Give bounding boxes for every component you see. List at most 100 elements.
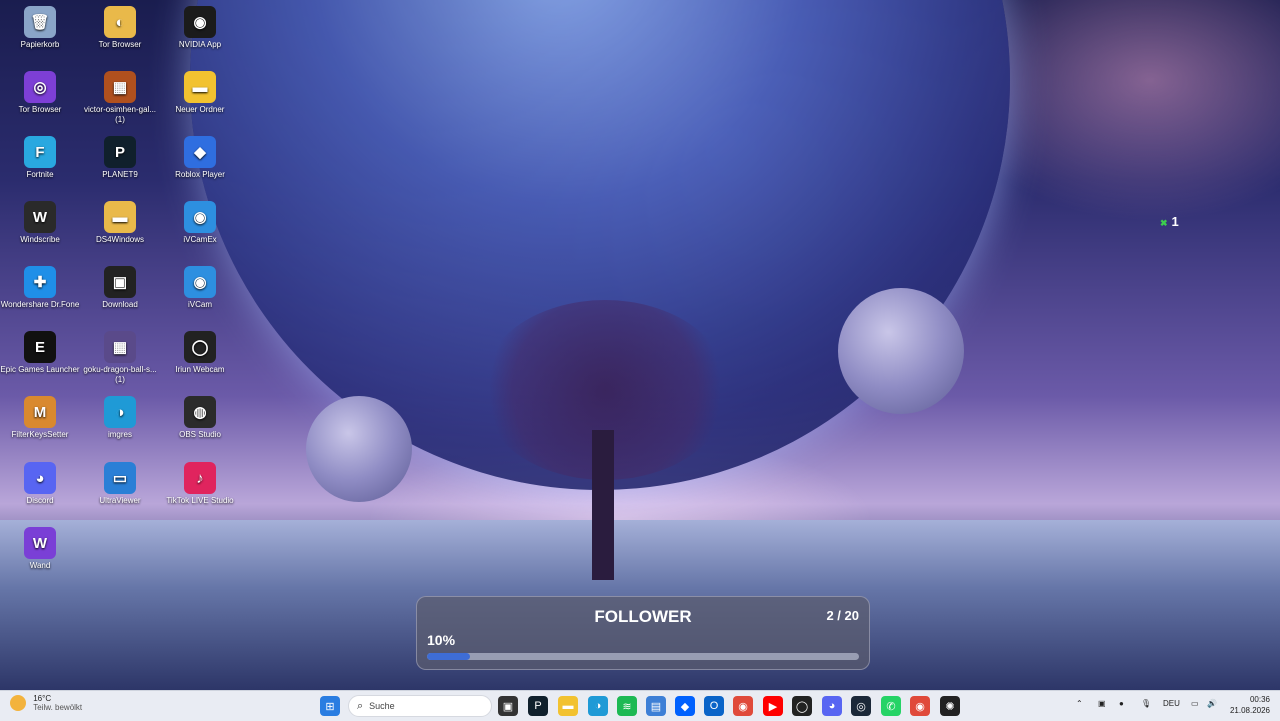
iriun-icon: ◯ — [184, 331, 216, 363]
desktop-icon-folder[interactable]: ▬ Neuer Ordner — [160, 67, 240, 115]
desktop-icon-tor-browser[interactable]: ◎ Tor Browser — [0, 67, 80, 115]
tray-circle-icon[interactable]: ● — [1119, 699, 1124, 708]
recycle-bin-icon: 🗑 — [24, 6, 56, 38]
desktop-icon-label: Tor Browser — [98, 40, 142, 49]
desktop-icon-epic-games[interactable]: E Epic Games Launcher — [0, 327, 80, 375]
edge-icon[interactable]: ◑ — [588, 696, 608, 716]
dropbox-icon[interactable]: ◆ — [675, 696, 695, 716]
desktop-icon-label: Neuer Ordner — [175, 105, 225, 114]
clock-date: 21.08.2026 — [1229, 706, 1270, 715]
desktop-icon-ivcam[interactable]: ◉ iVCam — [160, 262, 240, 310]
desktop-icon-label: Download — [102, 300, 138, 309]
epic-games-icon: E — [24, 331, 56, 363]
fortnite-icon: F — [24, 136, 56, 168]
desktop-icon-drfone[interactable]: ✚ Wondershare Dr.Fone — [0, 262, 80, 310]
clock-time: 00:36 — [1249, 695, 1270, 704]
desktop-icon-tiktok-live[interactable]: ♪ TikTok LIVE Studio — [160, 458, 240, 506]
desktop-icon-label: Epic Games Launcher — [0, 365, 80, 374]
discord-taskbar-icon[interactable]: ◕ — [822, 696, 842, 716]
desktop-icon-label: OBS Studio — [179, 430, 221, 439]
desktop-icon-image-file[interactable]: ▦ victor-osimhen-gal... (1) — [80, 67, 160, 125]
folder-icon: ▬ — [184, 71, 216, 103]
desktop-icon-label: TikTok LIVE Studio — [166, 496, 234, 505]
outlook-icon[interactable]: O — [704, 696, 724, 716]
weather-widget[interactable]: 16°C Teilw. bewölkt — [10, 694, 82, 712]
desktop-icon-nvidia[interactable]: ◉ NVIDIA App — [160, 2, 240, 50]
desktop-icon-label: Wand — [29, 561, 51, 570]
desktop-icon-planet9[interactable]: P PLANET9 — [80, 132, 160, 180]
search-placeholder: Suche — [369, 701, 395, 711]
overlay-counter-value: 1 — [1171, 214, 1179, 229]
clock[interactable]: 00:36 21.08.2026 — [1222, 694, 1270, 716]
desktop-icon-ivcam[interactable]: ◉ iVCamEx — [160, 197, 240, 245]
edge-image-icon: ◑ — [104, 396, 136, 428]
desktop-icon-iriun[interactable]: ◯ Iriun Webcam — [160, 327, 240, 375]
wallpaper-tree-trunk — [592, 430, 614, 580]
desktop-icon-label: Wondershare Dr.Fone — [0, 300, 80, 309]
chrome-icon[interactable]: ◉ — [733, 696, 753, 716]
image-file-icon: ▦ — [104, 71, 136, 103]
ds4windows-folder-icon: ▬ — [104, 201, 136, 233]
tor-folder-icon: ◐ — [104, 6, 136, 38]
desktop-icon-label: iVCamEx — [183, 235, 217, 244]
windscribe-icon: W — [24, 201, 56, 233]
network-icon[interactable]: ▭ — [1191, 699, 1199, 708]
desktop-icon-filterkeys[interactable]: M FilterKeysSetter — [0, 392, 80, 440]
desktop-icon-image-file[interactable]: ▦ goku-dragon-ball-s... (1) — [80, 327, 160, 385]
follower-progress-bar — [427, 653, 859, 660]
desktop-icon-label: victor-osimhen-gal... — [83, 105, 157, 114]
desktop-icon-label: NVIDIA App — [178, 40, 222, 49]
desktop-icon-label: UltraViewer — [99, 496, 141, 505]
desktop-icon-roblox[interactable]: ◆ Roblox Player — [160, 132, 240, 180]
start-icon[interactable]: ⊞ — [320, 696, 340, 716]
desktop-icon-tor-folder[interactable]: ◐ Tor Browser — [80, 2, 160, 50]
desktop-icon-label: PLANET9 — [102, 170, 138, 179]
iriun-taskbar-icon[interactable]: ◯ — [792, 696, 812, 716]
desktop-icon-ultraviewer[interactable]: ▭ UltraViewer — [80, 458, 160, 506]
search-box[interactable]: ⌕ Suche — [348, 695, 492, 717]
desktop-icon-label: Papierkorb — [20, 40, 60, 49]
spotify-icon[interactable]: ≋ — [617, 696, 637, 716]
filterkeys-icon: M — [24, 396, 56, 428]
tray-app-icon[interactable]: ▣ — [1098, 699, 1106, 708]
language-indicator[interactable]: DEU — [1163, 699, 1180, 708]
whatsapp-icon[interactable]: ✆ — [881, 696, 901, 716]
ivcam-icon: ◉ — [184, 201, 216, 233]
taskbar: 16°C Teilw. bewölkt ⊞ ▣ P ▬ ◑ ≋ ▤ ◆ O ◉ ▶ ◯ ◕ ◎ ✆ ◉ ✺ ⌕ … — [0, 690, 1280, 721]
planet9-taskbar-icon[interactable]: P — [528, 696, 548, 716]
wallpaper-moon-right — [838, 288, 964, 414]
desktop-icon-label: Roblox Player — [175, 170, 225, 179]
desktop-icon-download[interactable]: ▣ Download — [80, 262, 160, 310]
desktop-icon-label: goku-dragon-ball-s... — [83, 365, 157, 374]
follower-percent: 10% — [427, 632, 456, 648]
volume-icon[interactable]: 🔊 — [1207, 699, 1217, 708]
desktop-icon-ds4windows-folder[interactable]: ▬ DS4Windows — [80, 197, 160, 245]
task-view-icon[interactable]: ▣ — [498, 696, 518, 716]
follower-title: FOLLOWER — [594, 607, 692, 626]
obs-icon: ◍ — [184, 396, 216, 428]
close-mark-icon: ✖ — [1160, 218, 1168, 228]
desktop-icon-label-suffix: (1) — [115, 375, 125, 384]
desktop-icon-label: Fortnite — [26, 170, 54, 179]
desktop-icon-edge-image[interactable]: ◑ imgres — [80, 392, 160, 440]
desktop-icon-windscribe[interactable]: W Windscribe — [0, 197, 80, 245]
desktop-icon-recycle-bin[interactable]: 🗑 Papierkorb — [0, 2, 80, 50]
follower-count: 2 / 20 — [826, 608, 859, 623]
desktop-icon-label: Iriun Webcam — [175, 365, 225, 374]
desktop-icon-label: Discord — [26, 496, 54, 505]
steam-icon[interactable]: ◎ — [851, 696, 871, 716]
image-file-icon: ▦ — [104, 331, 136, 363]
desktop-icon-discord[interactable]: ◕ Discord — [0, 458, 80, 506]
store-icon[interactable]: ▤ — [646, 696, 666, 716]
planet9-icon: P — [104, 136, 136, 168]
microphone-icon[interactable]: 🎙 — [1141, 699, 1151, 708]
chrome-2-icon[interactable]: ◉ — [910, 696, 930, 716]
youtube-icon[interactable]: ▶ — [763, 696, 783, 716]
desktop-icon-wand[interactable]: W Wand — [0, 523, 80, 571]
desktop-icon-fortnite[interactable]: F Fortnite — [0, 132, 80, 180]
desktop-icon-obs[interactable]: ◍ OBS Studio — [160, 392, 240, 440]
chatgpt-icon[interactable]: ✺ — [940, 696, 960, 716]
tray-chevron-icon[interactable]: ⌃ — [1076, 699, 1083, 708]
explorer-icon[interactable]: ▬ — [558, 696, 578, 716]
tor-browser-icon: ◎ — [24, 71, 56, 103]
